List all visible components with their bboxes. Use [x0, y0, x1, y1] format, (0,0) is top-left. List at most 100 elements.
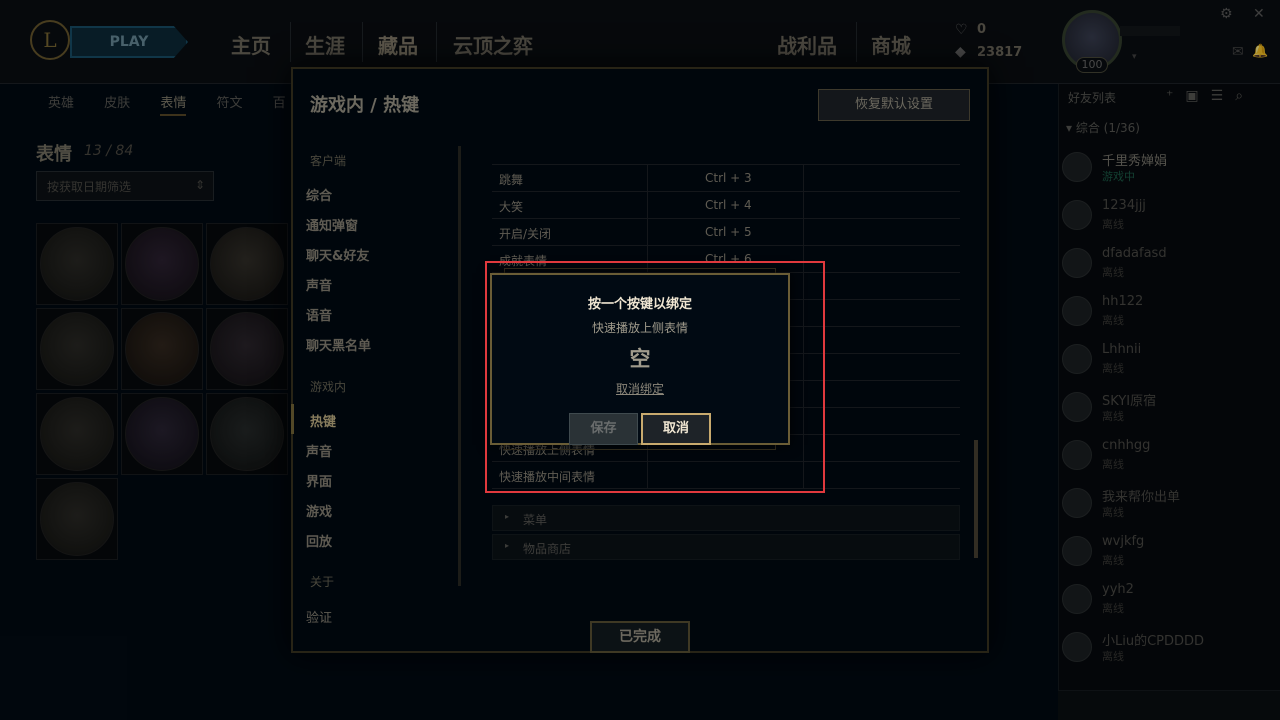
friend-item[interactable]: dfadafasd 离线 [1062, 244, 1272, 288]
friend-name: 小Liu的CPDDDD [1102, 634, 1205, 649]
mail-icon[interactable]: ✉ [1232, 44, 1244, 60]
hotkey-primary-binding[interactable]: Ctrl + 3 [705, 171, 752, 185]
friend-status: 离线 [1102, 410, 1124, 423]
settings-nav-voice[interactable]: 语音 [306, 305, 332, 324]
hotkey-primary-binding[interactable]: Ctrl + 4 [705, 198, 752, 212]
emote-icon [125, 227, 199, 301]
section-label: 物品商店 [523, 542, 572, 556]
emote-icon [40, 312, 114, 386]
emote-icon [40, 227, 114, 301]
column-divider [647, 192, 648, 219]
emote-icon [40, 482, 114, 556]
restore-defaults-button[interactable]: 恢复默认设置 [818, 89, 970, 121]
emote-icon [210, 312, 284, 386]
nav-home[interactable]: 主页 [231, 30, 271, 59]
settings-nav-ingame-sound[interactable]: 声音 [306, 441, 332, 460]
play-button[interactable]: PLAY [70, 26, 188, 58]
done-button[interactable]: 已完成 [590, 621, 690, 653]
nav-collection[interactable]: 藏品 [378, 30, 418, 59]
chevron-updown-icon: ⇕ [194, 178, 205, 192]
hotkey-row[interactable]: 跳舞 Ctrl + 3 [492, 165, 960, 192]
hotkey-row[interactable]: 开启/关闭 Ctrl + 5 [492, 219, 960, 246]
add-folder-icon[interactable]: ▣ [1185, 88, 1210, 104]
nav-tft[interactable]: 云顶之弈 [453, 30, 533, 59]
settings-gear-icon[interactable]: ⚙ [1220, 6, 1233, 22]
friend-avatar [1062, 584, 1092, 614]
unbind-link-wrapper: 取消绑定 [490, 380, 790, 397]
friend-status: 离线 [1102, 266, 1124, 279]
friend-item[interactable]: wvjkfg 离线 [1062, 532, 1272, 576]
hotkey-section-menu[interactable]: ▸ 菜单 [492, 505, 960, 531]
hotkey-row[interactable]: 大笑 Ctrl + 4 [492, 192, 960, 219]
expand-arrow-icon: ▸ [505, 512, 510, 521]
sort-filter-select[interactable]: 按获取日期筛选 ⇕ [36, 171, 214, 201]
nav-divider [436, 22, 437, 62]
settings-nav-hotkeys[interactable]: 热键 [310, 411, 336, 430]
subtab-emotes[interactable]: 表情 [160, 96, 187, 116]
hotkey-primary-binding[interactable]: Ctrl + 5 [705, 225, 752, 239]
friend-name: 1234jjj [1102, 198, 1146, 213]
friend-item[interactable]: hh122 离线 [1062, 292, 1272, 336]
column-divider [803, 192, 804, 219]
settings-nav-general[interactable]: 综合 [306, 185, 332, 204]
summoner-name-redacted [1120, 26, 1180, 36]
add-friend-icon[interactable]: ⁺ [1166, 88, 1185, 104]
keybind-dialog-title: 按一个按键以绑定 [587, 297, 692, 312]
hotkey-row[interactable]: 快速播放中间表情 [492, 462, 960, 489]
collection-count: 13 / 84 [84, 143, 134, 159]
friend-name: 我来帮你出单 [1102, 490, 1181, 505]
settings-nav-game[interactable]: 游戏 [306, 501, 332, 520]
nav-store[interactable]: 商城 [871, 30, 911, 59]
search-icon[interactable]: ⌕ [1235, 88, 1255, 104]
notification-bell-icon[interactable]: 🔔 [1252, 44, 1268, 59]
subtab-skins[interactable]: 皮肤 [104, 96, 130, 111]
friend-item[interactable]: SKYI原宿 离线 [1062, 388, 1272, 432]
friend-avatar [1062, 296, 1092, 326]
list-view-icon[interactable]: ☰ [1211, 88, 1236, 104]
column-divider [803, 327, 804, 354]
settings-nav-notifications[interactable]: 通知弹窗 [306, 215, 358, 234]
settings-nav-chat-friends[interactable]: 聊天&好友 [306, 245, 369, 264]
save-button[interactable]: 保存 [569, 413, 638, 445]
friend-item[interactable]: 千里秀婵娟 游戏中 [1062, 148, 1272, 192]
friend-avatar [1062, 440, 1092, 470]
friend-item[interactable]: cnhhgg 离线 [1062, 436, 1272, 480]
friends-list-title: 好友列表 [1068, 91, 1117, 105]
status-chevron-icon[interactable]: ▾ [1132, 52, 1137, 62]
friend-name: cnhhgg [1102, 438, 1151, 453]
friends-bottom-toolbar [1058, 690, 1280, 720]
friend-item[interactable]: yyh2 离线 [1062, 580, 1272, 624]
friend-group-label: 综合 (1/36) [1075, 121, 1140, 135]
settings-nav-replays[interactable]: 回放 [306, 531, 332, 550]
hotkey-command: 成就表情 [499, 254, 548, 268]
friend-item[interactable]: 我来帮你出单 离线 [1062, 484, 1272, 528]
hotkey-primary-binding[interactable]: Ctrl + 6 [705, 252, 752, 266]
friend-item[interactable]: 小Liu的CPDDDD 离线 [1062, 628, 1272, 672]
settings-nav-verification[interactable]: 验证 [306, 607, 332, 626]
subtab-more[interactable]: 百 [273, 96, 286, 111]
friend-status: 离线 [1102, 554, 1124, 567]
settings-scrollbar-thumb[interactable] [974, 440, 978, 558]
settings-nav-client-sound[interactable]: 声音 [306, 275, 332, 294]
emote-icon [40, 397, 114, 471]
nav-divider [290, 22, 291, 62]
subtab-runes[interactable]: 符文 [216, 96, 242, 111]
keybind-current-key: 空 [629, 347, 651, 371]
nav-loot[interactable]: 战利品 [777, 30, 837, 59]
settings-nav-interface[interactable]: 界面 [306, 471, 332, 490]
settings-nav-chat-blocklist[interactable]: 聊天黑名单 [306, 335, 371, 354]
nav-career[interactable]: 生涯 [305, 30, 345, 59]
collection-title: 表情 [36, 144, 72, 165]
friend-item[interactable]: 1234jjj 离线 [1062, 196, 1272, 240]
subtab-champions[interactable]: 英雄 [48, 96, 74, 111]
cancel-button[interactable]: 取消 [641, 413, 711, 445]
close-window-icon[interactable]: ✕ [1253, 6, 1265, 22]
friend-group-header[interactable]: ▾ 综合 (1/36) [1066, 119, 1140, 136]
settings-category-header-about: 关于 [310, 575, 335, 589]
hotkey-section-item-shop[interactable]: ▸ 物品商店 [492, 534, 960, 560]
settings-category-header-ingame: 游戏内 [310, 380, 347, 394]
friend-item[interactable]: Lhhnii 离线 [1062, 340, 1272, 384]
column-divider [803, 381, 804, 408]
unbind-link[interactable]: 取消绑定 [616, 382, 664, 396]
friend-status: 离线 [1102, 218, 1124, 231]
